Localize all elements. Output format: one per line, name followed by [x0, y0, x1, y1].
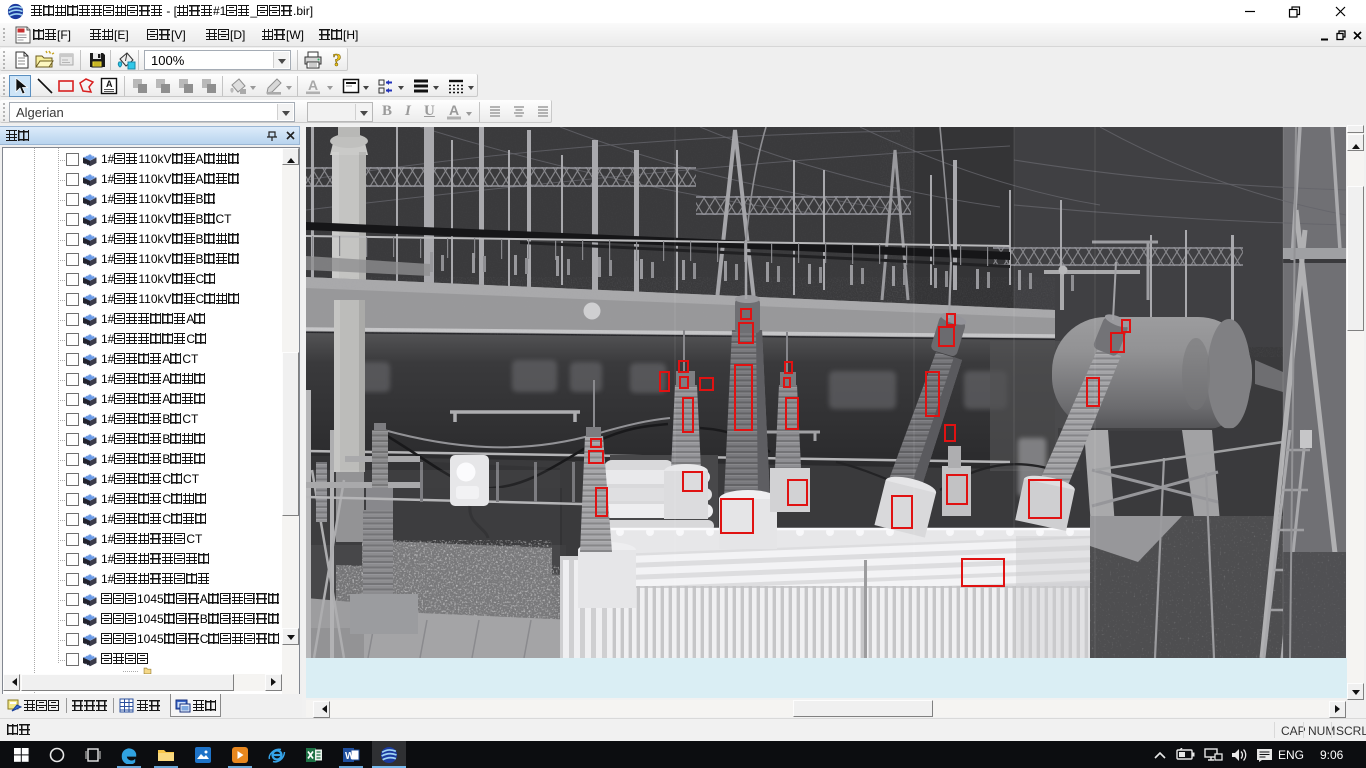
svg-text:?: ? — [333, 50, 342, 70]
svg-text:A: A — [308, 77, 318, 93]
svg-text:A: A — [106, 79, 113, 89]
svg-text:A: A — [449, 102, 459, 118]
svg-text:W: W — [345, 751, 355, 762]
